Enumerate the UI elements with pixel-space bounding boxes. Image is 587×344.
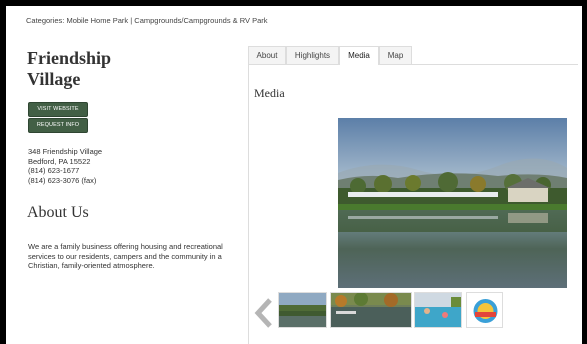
address-line-2: Bedford, PA 15522 xyxy=(28,156,91,166)
friendship-village-logo xyxy=(473,299,498,323)
contact-info: 348 Friendship Village Bedford, PA 15522… xyxy=(28,147,102,186)
request-info-button[interactable]: REQUEST INFO xyxy=(28,118,88,133)
thumbnail-lake-1[interactable] xyxy=(278,292,327,328)
title-line-1: Friendship xyxy=(27,48,112,68)
categories-label: Categories: xyxy=(26,16,65,25)
breadcrumb-separator: | xyxy=(130,16,133,25)
thumbnail-lake-1-graphic xyxy=(279,293,326,327)
phone-number: (814) 623-1677 xyxy=(28,166,80,176)
thumbnail-pool[interactable] xyxy=(414,292,462,328)
tab-media[interactable]: Media xyxy=(339,46,379,65)
address-line-1: 348 Friendship Village xyxy=(28,147,103,156)
category-link-mobile-home-park[interactable]: Mobile Home Park xyxy=(66,16,128,25)
thumbnail-logo[interactable] xyxy=(466,292,503,328)
tab-map[interactable]: Map xyxy=(379,46,412,64)
fax-number: (814) 623-3076 (fax) xyxy=(28,176,97,186)
thumbnail-lake-2[interactable] xyxy=(330,292,412,328)
tab-highlights[interactable]: Highlights xyxy=(286,46,339,64)
media-heading: Media xyxy=(254,86,285,100)
category-link-campgrounds[interactable]: Campgrounds/Campgrounds & RV Park xyxy=(134,16,267,25)
tab-about[interactable]: About xyxy=(248,46,286,64)
breadcrumb: Categories: Mobile Home Park | Campgroun… xyxy=(26,16,268,25)
about-heading: About Us xyxy=(27,204,89,221)
page-title: Friendship Village xyxy=(27,48,111,90)
main-photo xyxy=(338,118,567,288)
about-text: We are a family business offering housin… xyxy=(28,242,223,271)
lake-photo-graphic xyxy=(338,118,567,288)
previous-arrow[interactable] xyxy=(254,298,274,328)
thumbnail-pool-graphic xyxy=(415,293,461,327)
chevron-left-icon xyxy=(254,298,272,328)
thumbnail-lake-2-graphic xyxy=(331,293,411,327)
visit-website-button[interactable]: VISIT WEBSITE xyxy=(28,102,88,117)
title-line-2: Village xyxy=(27,69,81,89)
